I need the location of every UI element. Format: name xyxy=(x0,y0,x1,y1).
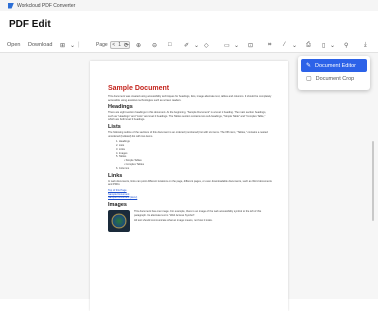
header: PDF Edit xyxy=(0,11,378,37)
editor-icon: ✎ xyxy=(306,63,312,69)
chevron-down-icon[interactable]: ⌄ xyxy=(194,38,199,52)
title-bar: Workcloud PDF Converter xyxy=(0,0,378,11)
paragraph-lists: The following outline of the sections of… xyxy=(108,130,268,138)
edit-mode-dropdown: ✎ Document Editor ▢ Document Crop xyxy=(298,56,370,90)
heading-lists: Lists xyxy=(108,123,121,130)
document-editor-label: Document Editor xyxy=(315,62,356,69)
web-access-symbol-image xyxy=(108,210,130,233)
image-description: This document has one image. For example… xyxy=(134,210,272,232)
crop-icon[interactable]: □ xyxy=(168,38,172,52)
app-title: Workcloud PDF Converter xyxy=(17,2,76,9)
download-icon[interactable]: ⤓ xyxy=(364,38,367,52)
open-button[interactable]: Open xyxy=(7,38,20,52)
ordered-list: 1. Headings 2. Lists 3. Links 4. Images … xyxy=(116,140,272,170)
select-icon[interactable]: ⌗ xyxy=(268,38,271,52)
grid-icon[interactable]: ⊞ xyxy=(60,38,65,52)
page-icon[interactable]: ▯ xyxy=(322,38,325,52)
globe-icon xyxy=(111,213,127,230)
zoom-in-icon[interactable]: ⊕ xyxy=(136,38,141,52)
heading-headings: Headings xyxy=(108,104,133,111)
toolbar-separator: | xyxy=(78,42,80,48)
toolbar: Open Download ⊞ ⌄ | Page < 1 > ⟳ ⊕ ⊖ □ ✐… xyxy=(0,38,378,52)
crop-document-icon: ▢ xyxy=(306,76,312,82)
pdf-page: Sample Document This document was create… xyxy=(90,61,288,311)
rotate-icon[interactable]: ⟳ xyxy=(124,38,129,52)
image-icon[interactable]: ▭ xyxy=(224,38,230,52)
page-label: Page xyxy=(96,42,108,48)
document-intro: This document was created using accessib… xyxy=(108,95,272,102)
print-icon[interactable]: ⎙ xyxy=(306,38,311,52)
document-crop-option[interactable]: ▢ Document Crop xyxy=(301,72,367,85)
image-row: This document has one image. For example… xyxy=(108,210,272,233)
document-title: Sample Document xyxy=(108,85,170,92)
draw-icon[interactable]: ⁄ xyxy=(284,38,285,52)
chevron-down-icon[interactable]: ⌄ xyxy=(70,38,75,52)
paragraph-alt-text: Alt text should communicate what an imag… xyxy=(134,219,213,223)
chevron-down-icon[interactable]: ⌄ xyxy=(234,38,239,52)
heading-images: Images xyxy=(108,202,127,209)
pen-icon[interactable]: ✐ xyxy=(184,38,189,52)
zoom-out-icon[interactable]: ⊖ xyxy=(152,38,157,52)
page-prev-button[interactable]: < xyxy=(112,42,115,48)
page-number-input[interactable]: 1 xyxy=(118,42,121,48)
vertical-scrollbar[interactable] xyxy=(372,141,374,221)
chevron-down-icon[interactable]: ⌄ xyxy=(292,38,297,52)
document-crop-label: Document Crop xyxy=(315,75,355,82)
app-logo-icon xyxy=(8,2,14,9)
list-item: 6. Columns xyxy=(116,166,130,170)
download-button[interactable]: Download xyxy=(28,38,52,52)
eraser-icon[interactable]: ◇ xyxy=(204,38,209,52)
heading-links: Links xyxy=(108,172,123,179)
page-title: PDF Edit xyxy=(9,19,51,30)
paragraph-images: This document has one image. For example… xyxy=(134,210,262,217)
paragraph-links: In web documents, links can point differ… xyxy=(108,179,272,187)
search-icon[interactable]: ⚲ xyxy=(344,38,348,52)
chevron-down-icon[interactable]: ⌄ xyxy=(330,38,335,52)
text-box-icon[interactable]: ⊡ xyxy=(248,38,253,52)
paragraph-headings: There are eight section headings in this… xyxy=(108,111,267,122)
document-link[interactable]: Sample Document (docx) xyxy=(108,196,272,200)
document-editor-option[interactable]: ✎ Document Editor xyxy=(301,59,367,72)
